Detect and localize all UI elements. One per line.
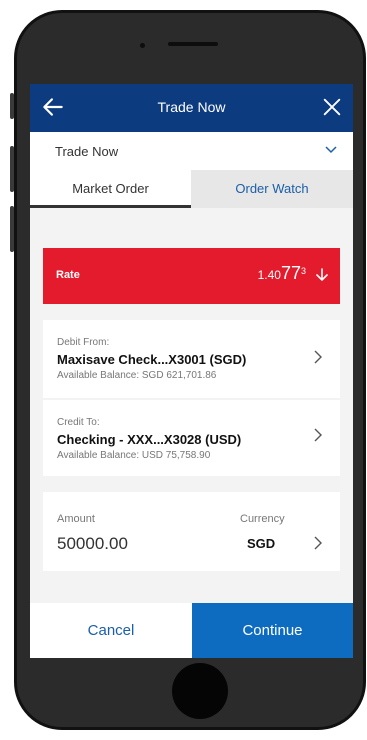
credit-account-name: Checking - XXX...X3028 (USD) bbox=[57, 432, 242, 447]
app-screen: Trade Now Trade Now Market Order Order W… bbox=[30, 84, 353, 658]
earpiece-speaker bbox=[168, 42, 218, 46]
debit-balance: Available Balance: SGD 621,701.86 bbox=[57, 370, 217, 381]
arrow-down-icon bbox=[316, 268, 328, 282]
dropdown-label: Trade Now bbox=[55, 144, 119, 159]
debit-caption: Debit From: bbox=[57, 337, 110, 348]
currency-label: Currency bbox=[240, 513, 285, 525]
currency-selector[interactable]: SGD bbox=[247, 536, 275, 551]
chevron-right-icon[interactable] bbox=[314, 536, 322, 550]
cancel-button[interactable]: Cancel bbox=[30, 603, 192, 658]
continue-button[interactable]: Continue bbox=[192, 603, 353, 658]
trade-type-dropdown[interactable]: Trade Now bbox=[30, 132, 353, 171]
home-button[interactable] bbox=[172, 663, 228, 719]
tab-market-order[interactable]: Market Order bbox=[30, 170, 191, 208]
credit-account-selector[interactable]: Credit To: Checking - XXX...X3028 (USD) … bbox=[43, 400, 340, 476]
tab-order-watch[interactable]: Order Watch bbox=[191, 170, 353, 208]
debit-account-name: Maxisave Check...X3001 (SGD) bbox=[57, 352, 247, 367]
page-title: Trade Now bbox=[157, 99, 226, 115]
rate-fraction: 3 bbox=[300, 266, 306, 276]
amount-section: Amount 50000.00 Currency SGD bbox=[43, 492, 340, 571]
close-icon[interactable] bbox=[321, 96, 343, 118]
debit-account-selector[interactable]: Debit From: Maxisave Check...X3001 (SGD)… bbox=[43, 320, 340, 398]
chevron-right-icon bbox=[314, 350, 322, 364]
rate-value: 1.40773 bbox=[258, 263, 306, 284]
rate-prefix: 1.40 bbox=[257, 268, 281, 282]
front-camera bbox=[140, 43, 145, 48]
credit-balance: Available Balance: USD 75,758.90 bbox=[57, 450, 211, 461]
rate-banner: Rate 1.40773 bbox=[43, 248, 340, 304]
amount-label: Amount bbox=[57, 513, 95, 525]
rate-pips: 77 bbox=[280, 263, 301, 283]
order-tabs: Market Order Order Watch bbox=[30, 170, 353, 208]
chevron-right-icon bbox=[314, 428, 322, 442]
credit-caption: Credit To: bbox=[57, 417, 100, 428]
amount-input[interactable]: 50000.00 bbox=[57, 534, 128, 554]
app-header: Trade Now bbox=[30, 84, 353, 132]
rate-label: Rate bbox=[56, 269, 80, 281]
chevron-down-icon bbox=[325, 146, 337, 154]
